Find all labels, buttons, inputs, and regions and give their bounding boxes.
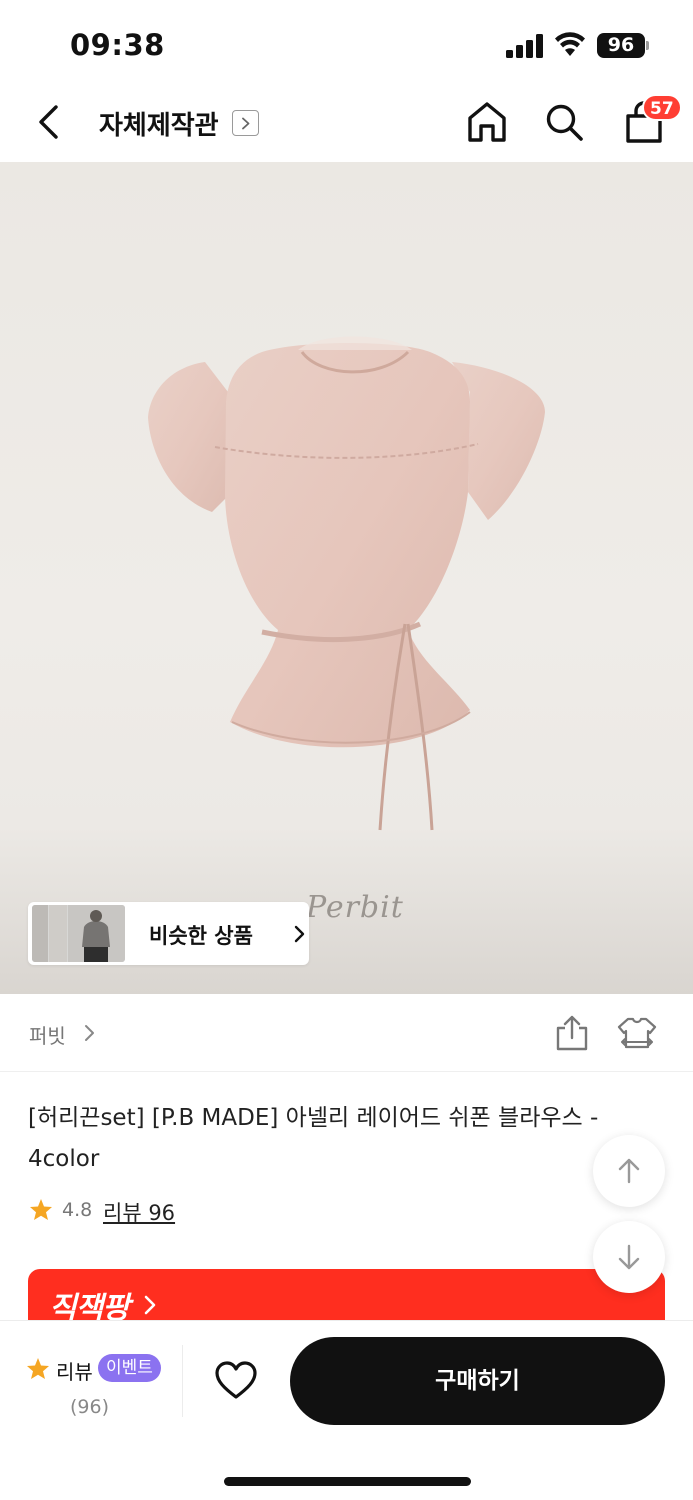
brand-name[interactable]: 퍼빗 [29,1020,66,1049]
arrow-up-icon [618,1158,640,1184]
star-icon [27,1358,49,1379]
wifi-icon [555,32,585,56]
similar-thumbnails [32,905,125,962]
star-icon [30,1199,52,1220]
scroll-up-button[interactable] [593,1135,665,1207]
divider [182,1345,183,1417]
product-image[interactable]: Perbit 비슷한 상품 [0,162,693,994]
review-label: 리뷰 [56,1360,93,1384]
event-badge: 이벤트 [98,1354,161,1382]
review-link[interactable]: 리뷰 96 [103,1197,175,1227]
review-count: (96) [70,1396,110,1418]
review-summary[interactable]: 리뷰 이벤트 (96) [24,1351,164,1421]
chevron-right-icon [294,925,305,943]
status-bar: 09:38 96 [0,0,693,88]
chevron-right-icon [85,1025,94,1041]
search-icon[interactable] [544,102,584,142]
store-title[interactable]: 자체제작관 [99,105,219,142]
share-icon[interactable] [554,1014,590,1052]
chevron-right-icon [144,1295,156,1315]
brand-row: 퍼빗 [0,994,693,1072]
similar-products-button[interactable]: 비슷한 상품 [28,902,309,965]
top-nav: 자체제작관 [0,88,693,162]
home-icon[interactable] [466,100,508,144]
similar-products-label: 비슷한 상품 [149,924,253,948]
signal-icon [506,34,544,58]
heart-icon[interactable] [214,1360,258,1400]
product-title: [허리끈set] [P.B MADE] 아넬리 레이어드 쉬폰 블라우스 - 4… [28,1105,599,1172]
blouse-image [148,336,545,831]
bottom-action-bar: 리뷰 이벤트 (96) 구매하기 [0,1321,693,1500]
promo-banner[interactable]: 직잭팡 [28,1269,665,1329]
battery-level: 96 [597,33,645,58]
back-button[interactable] [28,100,72,144]
buy-button[interactable]: 구매하기 [290,1337,665,1425]
status-time: 09:38 [70,28,165,62]
brand-watermark: Perbit [306,890,404,925]
cart-count-badge: 57 [642,94,682,121]
rating-value: 4.8 [62,1199,93,1221]
scroll-down-button[interactable] [593,1221,665,1293]
battery-tip [646,41,649,50]
home-indicator [224,1477,471,1486]
arrow-down-icon [618,1244,640,1270]
compare-size-icon[interactable] [616,1016,658,1050]
store-arrow-icon[interactable] [232,110,259,136]
